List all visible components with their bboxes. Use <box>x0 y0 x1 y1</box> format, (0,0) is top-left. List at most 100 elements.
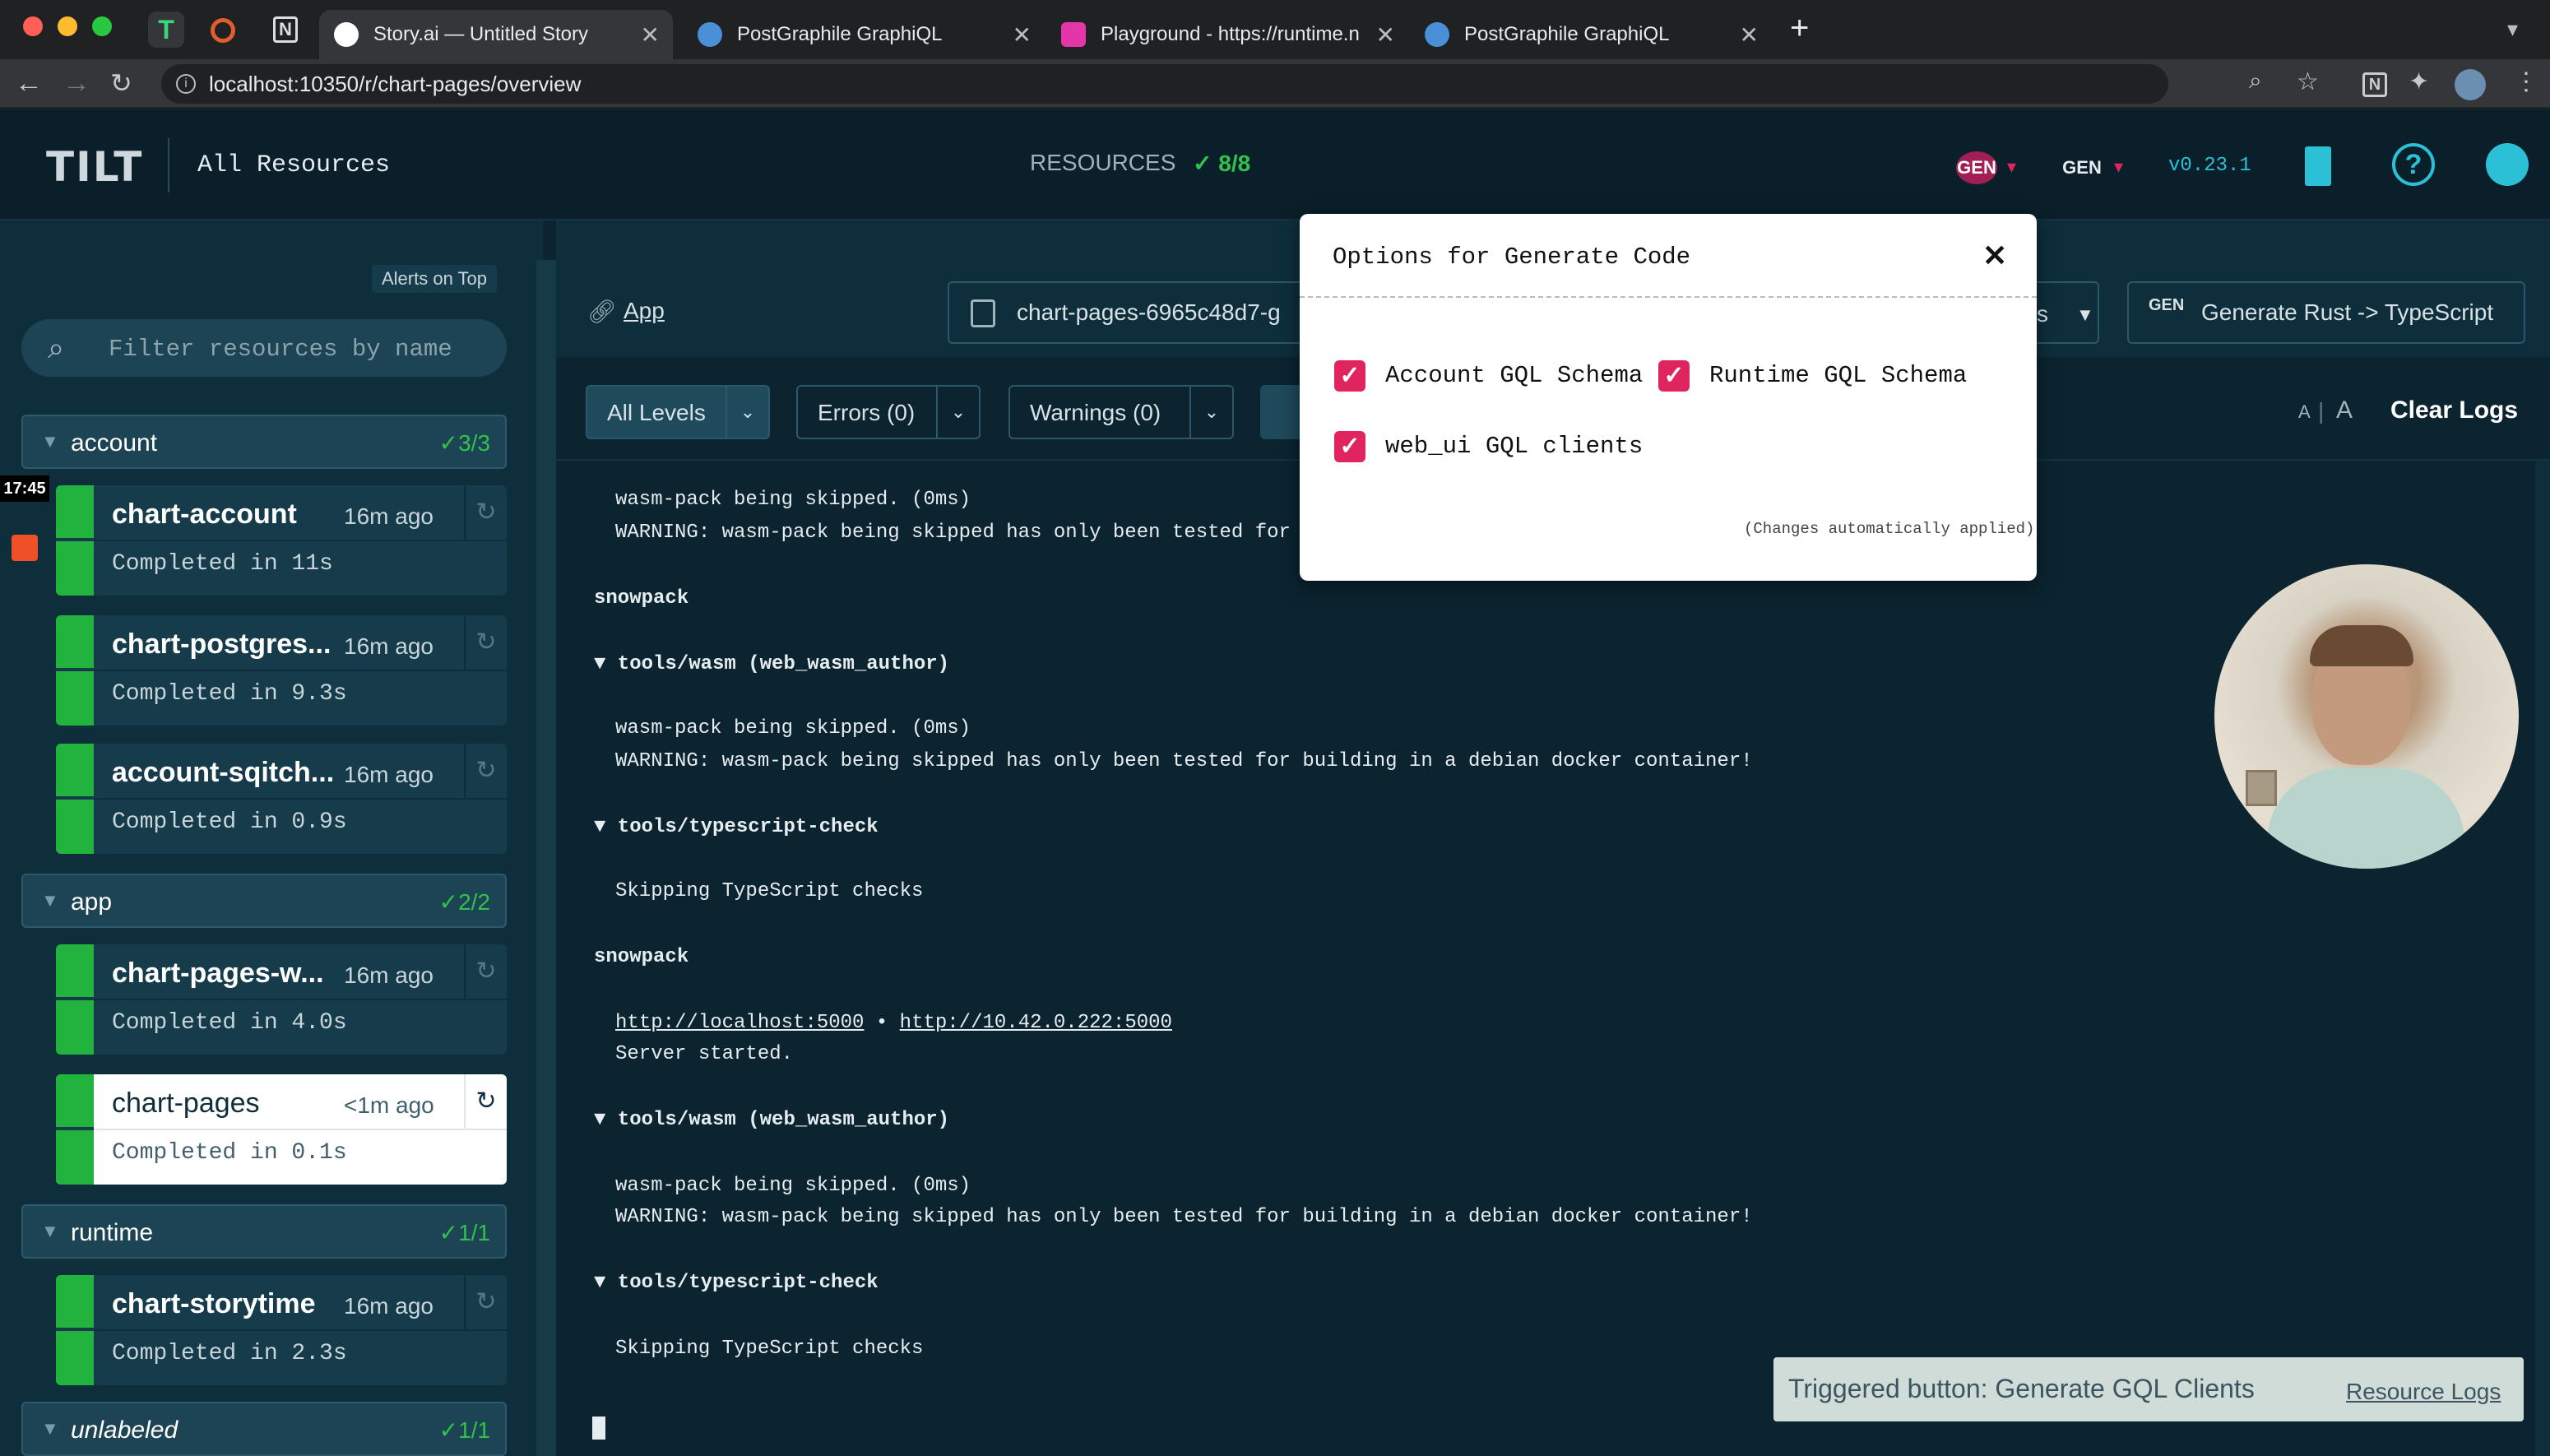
account-icon[interactable] <box>2486 143 2529 186</box>
font-size-increase[interactable]: A <box>2336 396 2353 424</box>
auto-applied-note: (Changes automatically applied) <box>1744 520 2035 538</box>
log-section-header[interactable]: ▼ tools/typescript-check <box>594 1272 879 1294</box>
warnings-filter[interactable]: Warnings (0) ⌄ <box>1008 385 1234 439</box>
forward-icon[interactable]: → <box>63 67 90 100</box>
gen-button-2[interactable]: GEN <box>2061 151 2103 184</box>
refresh-icon[interactable]: ↻ <box>464 1275 507 1329</box>
tab-postgraphile-1[interactable]: PostGraphile GraphiQL ✕ <box>683 10 1045 59</box>
notion-extension-icon[interactable]: N <box>2362 72 2387 97</box>
zoom-icon[interactable]: ⌕ <box>2249 67 2262 95</box>
resource-card-chart-postgres[interactable]: chart-postgres... 16m ago ↻ Completed in… <box>56 615 507 726</box>
modal-divider <box>1300 296 2037 298</box>
clear-logs-button[interactable]: Clear Logs <box>2390 396 2518 424</box>
web-ui-gql-clients-checkbox[interactable]: ✓ <box>1334 431 1365 462</box>
refresh-icon[interactable]: ↻ <box>464 485 507 540</box>
network-link[interactable]: http://10.42.0.222:5000 <box>900 1012 1172 1034</box>
maximize-window-button[interactable] <box>92 16 112 36</box>
errors-filter[interactable]: Errors (0) ⌄ <box>796 385 981 439</box>
refresh-icon[interactable]: ↻ <box>464 1074 507 1129</box>
tab-search-icon[interactable]: ▾ <box>2507 16 2518 42</box>
docs-book-icon[interactable] <box>2305 146 2331 186</box>
tilt-logo[interactable]: TILT <box>46 143 143 191</box>
resource-card-chart-pages-web[interactable]: chart-pages-w... 16m ago ↻ Completed in … <box>56 944 507 1055</box>
alerts-on-top-toggle[interactable]: Alerts on Top <box>372 265 498 293</box>
partial-button[interactable]: s ▼ <box>2037 281 2099 344</box>
profile-avatar[interactable] <box>2455 69 2486 100</box>
runtime-gql-schema-checkbox[interactable]: ✓ <box>1658 360 1690 392</box>
checkbox-label[interactable]: Account GQL Schema <box>1385 362 1643 389</box>
localhost-link[interactable]: http://localhost:5000 <box>615 1012 864 1034</box>
resource-card-account-sqitch[interactable]: account-sqitch... 16m ago ↻ Completed in… <box>56 744 507 854</box>
chevron-down-icon[interactable]: ▾ <box>2007 156 2016 178</box>
group-account[interactable]: ▼ account ✓3/3 <box>21 415 507 469</box>
close-tab-icon[interactable]: ✕ <box>1013 21 1032 49</box>
resource-card-chart-pages[interactable]: chart-pages <1m ago ↻ Completed in 0.1s <box>56 1074 507 1185</box>
reload-icon[interactable]: ↻ <box>110 67 132 99</box>
tab-playground[interactable]: Playground - https://runtime.n ✕ <box>1046 10 1408 59</box>
pinned-tab-icon[interactable] <box>211 18 235 43</box>
partial-button-label: s <box>2037 301 2048 327</box>
refresh-icon[interactable]: ↻ <box>464 944 507 999</box>
generate-rust-typescript-button[interactable]: GEN Generate Rust -> TypeScript <box>2127 281 2525 344</box>
pod-id-button[interactable]: chart-pages-6965c48d7-g <box>948 281 1342 344</box>
resource-logs-link[interactable]: Resource Logs <box>2346 1379 2501 1405</box>
gen-button-1[interactable]: GEN <box>1956 151 1997 184</box>
log-line: WARNING: wasm-pack being skipped has onl… <box>615 750 1753 772</box>
app-endpoint-link[interactable]: App <box>624 298 665 324</box>
log-section-header[interactable]: ▼ tools/wasm (web_wasm_author) <box>594 653 949 675</box>
chevron-down-icon[interactable]: ⌄ <box>936 387 979 438</box>
close-tab-icon[interactable]: ✕ <box>641 21 660 49</box>
chevron-down-icon[interactable]: ▾ <box>2114 156 2123 178</box>
font-size-decrease[interactable]: A <box>2298 401 2311 423</box>
log-line: Server started. <box>615 1043 794 1065</box>
postgraphile-favicon-icon <box>698 22 722 47</box>
log-scrollbar[interactable] <box>2535 461 2550 1456</box>
extensions-puzzle-icon[interactable]: ✦ <box>2409 67 2429 96</box>
log-section-header[interactable]: ▼ tools/typescript-check <box>594 816 879 838</box>
generate-button-label: Generate Rust -> TypeScript <box>2201 299 2494 325</box>
sidebar-scrollbar[interactable] <box>536 260 558 1456</box>
back-icon[interactable]: ← <box>15 67 43 100</box>
help-icon[interactable]: ? <box>2392 143 2435 186</box>
group-app[interactable]: ▼ app ✓2/2 <box>21 874 507 928</box>
site-info-icon[interactable]: i <box>176 74 196 94</box>
all-levels-filter[interactable]: All Levels ⌄ <box>586 385 770 439</box>
status-bar <box>56 944 94 1055</box>
checkbox-label[interactable]: web_ui GQL clients <box>1385 433 1643 460</box>
filter-label: Errors (0) <box>818 400 916 425</box>
tab-postgraphile-2[interactable]: PostGraphile GraphiQL ✕ <box>1410 10 1772 59</box>
all-resources-link[interactable]: All Resources <box>197 151 390 179</box>
filter-resources-input[interactable]: ⌕ Filter resources by name <box>21 319 507 377</box>
version-label: v0.23.1 <box>2168 155 2251 177</box>
resource-time: <1m ago <box>344 1092 434 1118</box>
shirt <box>2267 768 2464 869</box>
account-gql-schema-checkbox[interactable]: ✓ <box>1334 360 1365 392</box>
group-runtime[interactable]: ▼ runtime ✓1/1 <box>21 1204 507 1259</box>
resource-card-chart-storytime[interactable]: chart-storytime 16m ago ↻ Completed in 2… <box>56 1275 507 1385</box>
chevron-down-icon[interactable]: ⌄ <box>726 387 768 438</box>
checkbox-label[interactable]: Runtime GQL Schema <box>1709 362 1967 389</box>
close-icon[interactable]: ✕ <box>1982 239 2007 273</box>
stop-recording-icon[interactable] <box>12 535 38 561</box>
resource-card-chart-account[interactable]: chart-account 16m ago ↻ Completed in 11s <box>56 485 507 596</box>
pinned-tab-notion-icon[interactable]: N <box>273 16 298 43</box>
group-unlabeled[interactable]: ▼ unlabeled ✓1/1 <box>21 1402 507 1456</box>
chevron-down-icon[interactable]: ⌄ <box>1189 387 1232 438</box>
minimize-window-button[interactable] <box>58 16 77 36</box>
close-window-button[interactable] <box>23 16 43 36</box>
expand-triangle-icon: ▼ <box>41 1221 59 1241</box>
resource-time: 16m ago <box>344 1293 434 1319</box>
new-tab-button[interactable]: + <box>1790 10 1809 47</box>
tab-story[interactable]: Story.ai — Untitled Story ✕ <box>319 10 673 59</box>
log-section-header[interactable]: ▼ tools/wasm (web_wasm_author) <box>594 1109 949 1131</box>
close-tab-icon[interactable]: ✕ <box>1376 21 1395 49</box>
resource-time: 16m ago <box>344 762 434 787</box>
browser-menu-icon[interactable]: ⋮ <box>2514 67 2538 96</box>
close-tab-icon[interactable]: ✕ <box>1740 21 1759 49</box>
refresh-icon[interactable]: ↻ <box>464 615 507 670</box>
pinned-tab-tilt[interactable]: T <box>148 12 184 48</box>
address-bar[interactable]: i localhost:10350/r/chart-pages/overview <box>161 64 2168 104</box>
bookmark-star-icon[interactable]: ☆ <box>2297 67 2319 96</box>
refresh-icon[interactable]: ↻ <box>464 744 507 798</box>
term-filter-input[interactable] <box>1260 385 1300 439</box>
